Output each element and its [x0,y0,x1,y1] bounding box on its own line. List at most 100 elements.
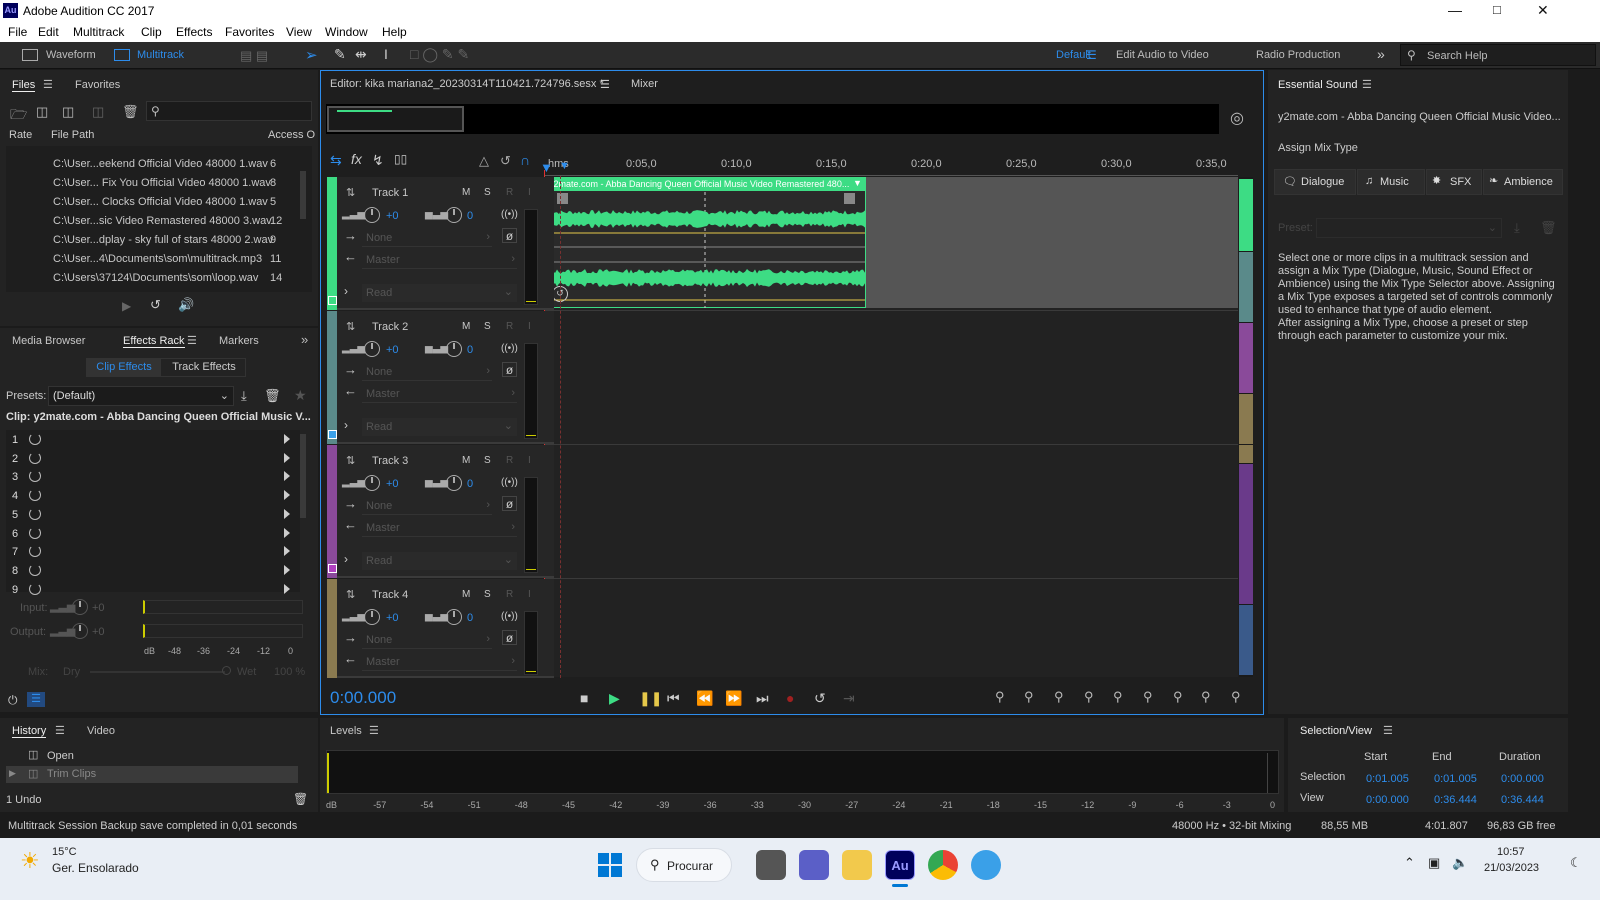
broadcast-icon[interactable]: ((•)) [501,343,518,354]
track-select-box[interactable] [328,430,337,439]
expand-automation-icon[interactable]: › [344,418,348,432]
monitor-input-button[interactable]: I [528,455,531,466]
track-color-bar[interactable] [327,579,337,678]
automation-mode-select[interactable]: Read ⌄ [362,552,517,570]
list-icon[interactable]: ☰ [27,692,45,707]
history-item-open[interactable]: Open [47,750,74,762]
levels-title[interactable]: Levels [330,725,362,737]
insert-icon[interactable]: ◫ [92,104,104,120]
clip-menu-icon[interactable]: ▼ [853,178,862,188]
volume-value[interactable]: +0 [386,612,399,624]
volume-icon[interactable]: 🔈 [1452,855,1468,871]
weather-sun-icon[interactable]: ☀ [20,848,40,874]
view-duration[interactable]: 0:36.444 [1501,794,1544,806]
power-icon[interactable]: ⏻ [8,693,18,708]
save-preset-icon[interactable]: ⤓ [1514,220,1520,236]
slot-power-icon[interactable] [29,489,41,502]
track-name[interactable]: Track 1 [372,187,408,199]
files-scrollbar[interactable] [300,171,306,219]
broadcast-icon[interactable]: ((•)) [501,611,518,622]
new-file-icon[interactable]: ◫ [62,104,74,120]
track-select-box[interactable] [328,296,337,305]
mix-slider-handle[interactable] [222,666,231,675]
tab-track-effects[interactable]: Track Effects [162,359,246,376]
effects-menu-icon[interactable]: ☰ [187,334,197,347]
zoom-out-full-icon[interactable]: ⚲ [1113,689,1131,707]
track-header[interactable]: ⇅ Track 2 M S R I ▂▃▅ +0 ▅▃▅ 0 ((•)) → None › ø ← Master… [327,311,554,444]
search-help-input[interactable]: Search Help [1427,50,1488,62]
tab-mixer[interactable]: Mixer [631,78,658,90]
volume-value[interactable]: +0 [386,210,399,222]
move-tool-icon[interactable]: ➢ [305,46,318,64]
slot-arrow-icon[interactable] [284,527,290,538]
skip-selection-button[interactable]: ⇥ [843,690,855,707]
phase-invert-icon[interactable]: ø [502,228,517,243]
delete-preset-icon[interactable]: 🗑 [1540,220,1557,236]
effect-slot[interactable]: 4 [6,487,300,506]
pan-value[interactable]: 0 [467,612,473,624]
pause-button[interactable]: ❚❚ [639,690,662,707]
effect-slot[interactable]: 1 [6,431,300,450]
slot-arrow-icon[interactable] [284,564,290,575]
selection-view-title[interactable]: Selection/View [1300,725,1372,737]
volume-knob[interactable] [364,609,380,625]
mute-button[interactable]: M [462,455,470,466]
menu-effects[interactable]: Effects [176,25,212,39]
notifications-icon[interactable]: ☾ [1570,855,1582,871]
inputs-outputs-icon[interactable]: ⇆ [330,152,342,169]
selection-end[interactable]: 0:01.005 [1434,773,1477,785]
broadcast-icon[interactable]: ((•)) [501,477,518,488]
teams-chat-icon[interactable] [799,850,829,880]
monitor-input-button[interactable]: I [528,321,531,332]
preset-dropdown[interactable]: ⌄ [1316,218,1502,238]
track-select-box[interactable] [328,564,337,573]
search-help-box[interactable]: ⚲ Search Help [1400,44,1596,66]
menu-view[interactable]: View [286,25,312,39]
open-file-icon[interactable]: 🗁 [10,104,27,128]
move-to-end-button[interactable]: ⏭ [756,690,769,707]
phase-invert-icon[interactable]: ø [502,630,517,645]
slot-arrow-icon[interactable] [284,546,290,557]
audio-clip[interactable]: y2mate.com - Abba Dancing Queen Official… [546,177,866,308]
mute-button[interactable]: M [462,321,470,332]
move-to-start-button[interactable]: ⏮ [667,690,680,707]
track-header[interactable]: ⇅ Track 3 M S R I ▂▃▅ +0 ▅▃▅ 0 ((•)) → None › ø ← Master… [327,445,554,578]
pan-knob[interactable] [446,475,462,491]
slot-power-icon[interactable] [29,563,41,576]
spectral-icon[interactable]: ▤ ▤ [240,48,268,64]
tab-files[interactable]: Files [12,79,36,92]
drag-handle-icon[interactable]: ⇅ [346,454,355,467]
time-selection-tool-icon[interactable]: I [384,46,388,62]
pan-knob[interactable] [446,207,462,223]
track-output-select[interactable]: Master › [362,519,517,537]
menu-multitrack[interactable]: Multitrack [73,25,124,39]
record-arm-button[interactable]: R [506,455,513,466]
track-header[interactable]: ⇅ Track 1 M S R I ▂▃▅ +0 ▅▃▅ 0 ((•)) → None › ø ← Master… [327,177,554,310]
loop-playback-button[interactable]: ↺ [814,690,826,707]
menu-favorites[interactable]: Favorites [225,25,274,39]
zoom-out-amplitude-icon[interactable]: ⚲ [1024,689,1042,707]
essential-sound-menu-icon[interactable]: ☰ [1362,78,1372,91]
menu-edit[interactable]: Edit [38,25,59,39]
mix-slider[interactable] [90,671,225,673]
pan-knob[interactable] [446,609,462,625]
tab-video[interactable]: Video [87,725,115,737]
more-panels-icon[interactable]: » [301,332,308,347]
workspace-menu-icon[interactable]: ☰ [1086,48,1097,62]
minimize-icon[interactable]: — [1448,2,1462,18]
zoom-in-time-icon[interactable]: ⚲ [1054,689,1072,707]
razor-tool-icon[interactable]: ✎ [334,46,346,63]
fast-forward-button[interactable]: ⏩ [725,690,742,707]
effect-slot[interactable]: 9 [6,581,300,600]
sends-icon[interactable]: ↯ [372,152,384,169]
solo-button[interactable]: S [484,321,491,332]
eq-icon[interactable]: ▯▯ [394,152,407,166]
track-input-select[interactable]: None › [362,363,492,381]
column-file-path[interactable]: File Path [51,129,94,141]
file-row[interactable]: C:\User...sic Video Remastered 48000 3.w… [8,212,306,231]
track-output-select[interactable]: Master › [362,653,517,671]
track-name[interactable]: Track 4 [372,589,408,601]
record-arm-button[interactable]: R [506,589,513,600]
autoplay-icon[interactable]: 🔊 [178,297,194,313]
slot-power-icon[interactable] [29,451,41,464]
